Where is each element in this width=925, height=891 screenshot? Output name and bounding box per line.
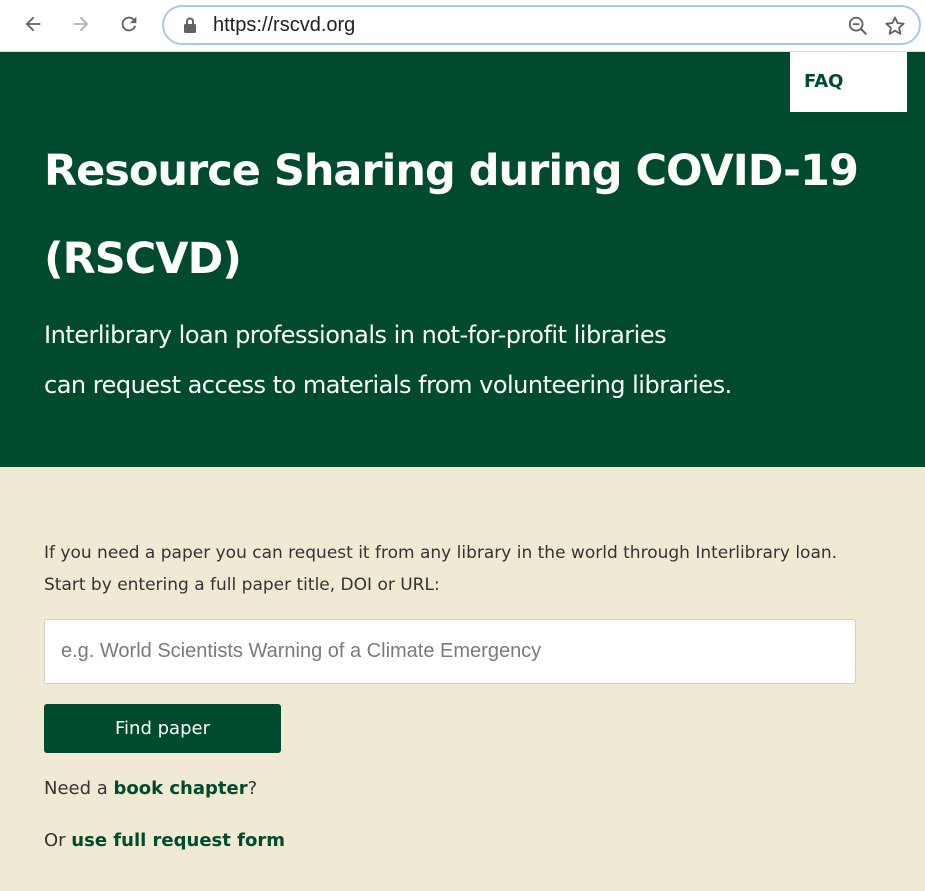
browser-toolbar: https://rscvd.org	[0, 0, 925, 52]
subtitle-line-1: Interlibrary loan professionals in not-f…	[44, 321, 667, 349]
reload-icon[interactable]	[113, 8, 145, 40]
bookmark-star-icon[interactable]	[883, 14, 907, 38]
faq-link[interactable]: FAQ	[790, 52, 907, 112]
page-subtitle: Interlibrary loan professionals in not-f…	[44, 310, 864, 410]
full-form-line: Or use full request form	[44, 830, 285, 851]
url-text[interactable]: https://rscvd.org	[213, 14, 355, 37]
subtitle-line-2: can request access to materials from vol…	[44, 371, 732, 399]
full-prefix: Or	[44, 830, 72, 851]
book-suffix: ?	[247, 778, 258, 799]
paper-search-input[interactable]	[44, 619, 856, 684]
book-prefix: Need a	[44, 778, 114, 799]
find-paper-button[interactable]: Find paper	[44, 704, 281, 753]
lock-icon	[184, 17, 196, 33]
intro-text: If you need a paper you can request it f…	[44, 537, 884, 601]
back-arrow-icon[interactable]	[17, 8, 49, 40]
intro-line-1: If you need a paper you can request it f…	[44, 543, 838, 563]
full-request-form-link[interactable]: use full request form	[71, 830, 285, 851]
intro-line-2: Start by entering a full paper title, DO…	[44, 575, 440, 595]
book-chapter-link[interactable]: book chapter	[114, 778, 248, 799]
zoom-out-icon[interactable]	[847, 15, 869, 37]
hero-banner: FAQ Resource Sharing during COVID-19 (RS…	[0, 52, 925, 467]
forward-arrow-icon[interactable]	[65, 8, 97, 40]
address-bar[interactable]: https://rscvd.org	[162, 5, 921, 45]
book-chapter-line: Need a book chapter?	[44, 778, 257, 799]
page-title: Resource Sharing during COVID-19 (RSCVD)	[44, 146, 859, 284]
